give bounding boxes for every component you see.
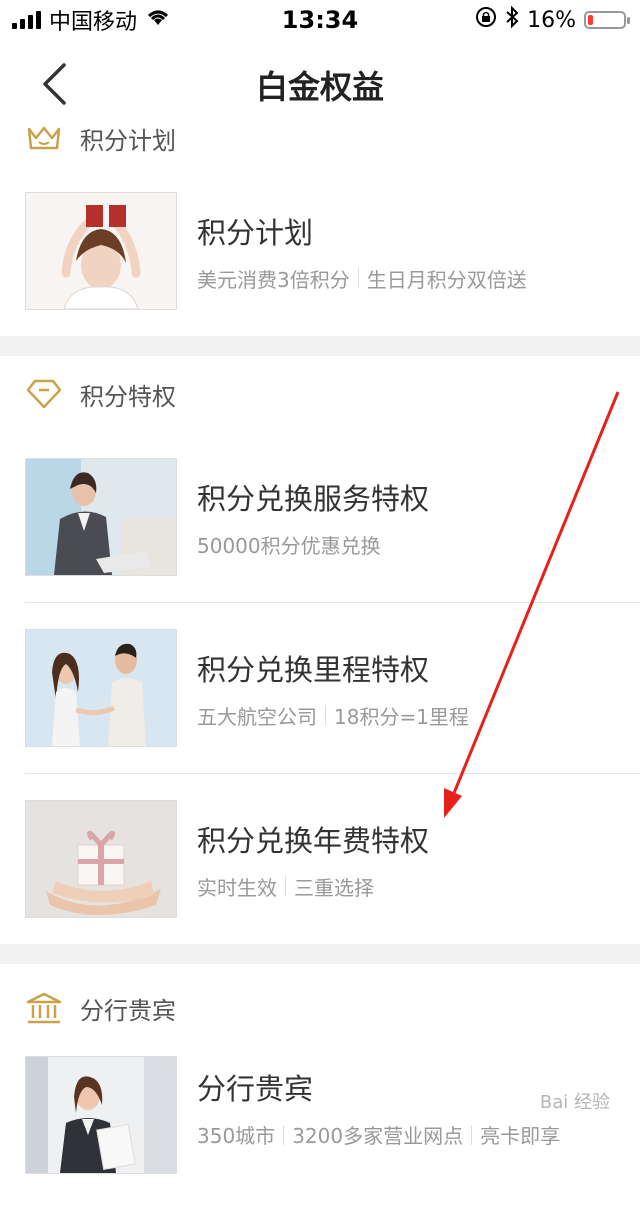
item-title: 积分兑换里程特权 [197, 652, 430, 687]
list-item[interactable]: 积分兑换里程特权 五大航空公司 18积分=1里程 [25, 603, 640, 774]
section-header: 分行贵宾 [0, 964, 640, 1052]
section-points-plan: 积分计划 积分计划 美元消费3倍积分 生日月积分双倍送 [0, 110, 640, 336]
section-title: 积分计划 [80, 126, 176, 155]
list-item[interactable]: 积分兑换服务特权 50000积分优惠兑换 [25, 432, 640, 603]
item-subtitle: 实时生效 三重选择 [197, 875, 374, 900]
battery-icon [584, 11, 630, 29]
wifi-icon [145, 7, 171, 33]
bluetooth-icon [505, 5, 519, 34]
bank-icon [24, 988, 64, 1028]
item-title: 分行贵宾 [197, 1072, 314, 1106]
list-item[interactable]: 分行贵宾 350城市 3200多家营业网点 亮卡即享 [25, 1052, 640, 1226]
item-title: 积分计划 [197, 215, 314, 250]
battery-level-fill [588, 15, 593, 25]
signal-icon [12, 11, 41, 29]
couple-photo [25, 629, 177, 747]
woman-holding-gift-photo [25, 192, 177, 310]
section-title: 分行贵宾 [80, 996, 176, 1025]
item-subtitle: 50000积分优惠兑换 [197, 533, 381, 558]
list-item[interactable]: 积分兑换年费特权 实时生效 三重选择 [25, 774, 640, 944]
section-header: 积分计划 [0, 110, 640, 166]
gift-in-hands-photo [25, 800, 177, 918]
item-title: 积分兑换服务特权 [197, 481, 430, 516]
battery-percent: 16% [527, 7, 576, 33]
item-subtitle: 五大航空公司 18积分=1里程 [197, 704, 469, 729]
page-title: 白金权益 [255, 68, 384, 106]
item-title: 积分兑换年费特权 [197, 823, 430, 858]
watermark: Bai 经验 [539, 1092, 610, 1113]
section-points-privileges: 积分特权 积分兑换服务特权 50000积分优惠兑换 积分兑换里程特权 五大航空公… [0, 356, 640, 944]
item-subtitle: 美元消费3倍积分 生日月积分双倍送 [197, 267, 527, 292]
orientation-lock-icon [475, 6, 497, 34]
item-subtitle: 350城市 3200多家营业网点 亮卡即享 [197, 1124, 561, 1148]
professional-woman-photo [25, 1056, 177, 1174]
section-header: 积分特权 [0, 356, 640, 432]
diamond-icon [24, 374, 64, 414]
businesswoman-laptop-photo [25, 458, 177, 576]
section-divider [0, 336, 640, 356]
list-item[interactable]: 积分计划 美元消费3倍积分 生日月积分双倍送 [25, 166, 640, 336]
section-title: 积分特权 [80, 382, 176, 411]
content-list[interactable]: 积分计划 积分计划 美元消费3倍积分 生日月积分双倍送 积分特权 积分兑换服务特… [0, 110, 640, 1226]
section-divider [0, 944, 640, 964]
carrier-label: 中国移动 [49, 10, 138, 35]
crown-icon [24, 118, 64, 158]
status-bar: 中国移动 13:34 16% [0, 0, 640, 40]
